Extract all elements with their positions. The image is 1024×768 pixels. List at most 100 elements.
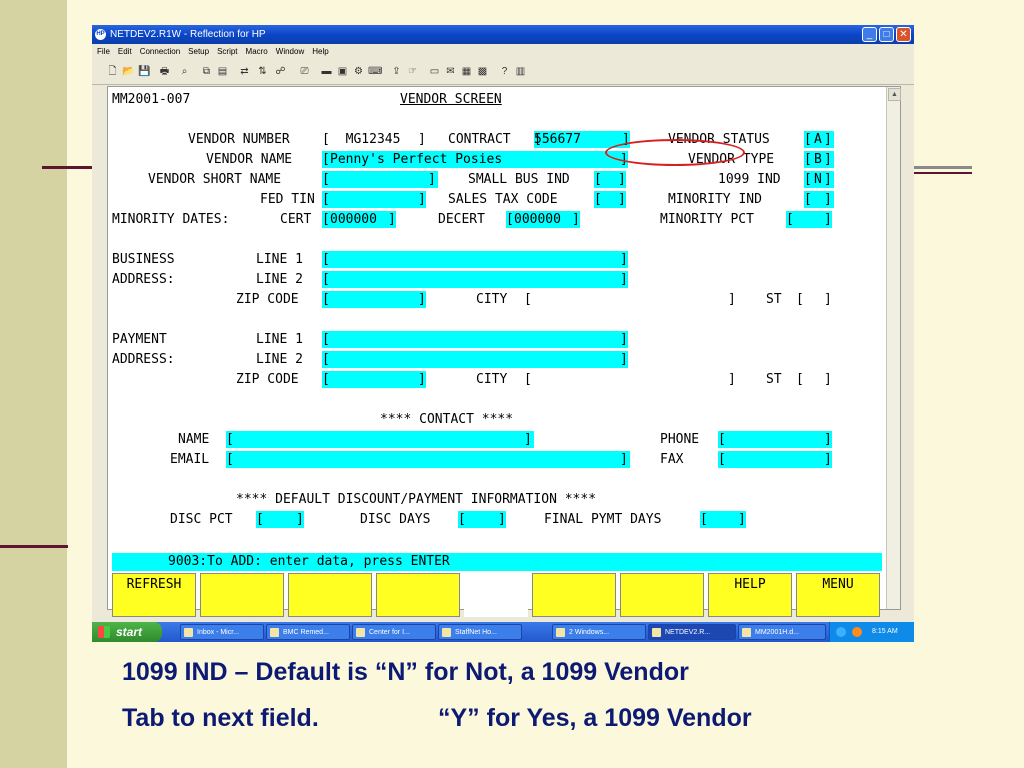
upload-icon[interactable]: ⇪ <box>390 65 403 78</box>
task-bmc-remedy[interactable]: BMC Remed... <box>266 624 350 640</box>
bracket: ] <box>728 372 736 387</box>
security-tray-icon[interactable] <box>852 627 862 637</box>
bracket: [ <box>796 372 804 387</box>
task-center-for[interactable]: Center for I... <box>352 624 436 640</box>
business-zip-label: ZIP CODE <box>236 292 299 307</box>
transfer-icon[interactable]: ⇅ <box>256 65 269 78</box>
fkey-menu[interactable]: MENU <box>796 573 880 617</box>
task-label: Inbox - Micr... <box>197 629 240 636</box>
bracket: ] <box>388 212 396 227</box>
fkey-4[interactable] <box>376 573 460 617</box>
bracket: ] <box>418 192 426 207</box>
fax-field[interactable] <box>718 451 832 468</box>
fkey-2[interactable] <box>200 573 284 617</box>
fed-tin-label: FED TIN <box>260 192 315 207</box>
menu-file[interactable]: File <box>97 47 110 56</box>
bracket: [ <box>804 172 812 187</box>
copy-icon[interactable]: ⧉ <box>200 65 213 78</box>
bracket: [ <box>524 292 532 307</box>
new-icon[interactable]: 🗋 <box>106 65 119 78</box>
business-line2-field[interactable] <box>322 271 628 288</box>
window-icon[interactable]: ▣ <box>336 65 349 78</box>
menu-script[interactable]: Script <box>217 47 237 56</box>
close-button[interactable]: ✕ <box>896 27 911 42</box>
fkey-help[interactable]: HELP <box>708 573 792 617</box>
title-bar[interactable]: HP NETDEV2.R1W - Reflection for HP _ □ ✕ <box>92 25 914 44</box>
payment-zip-field[interactable] <box>322 371 426 388</box>
menu-setup[interactable]: Setup <box>188 47 209 56</box>
email-field[interactable] <box>226 451 630 468</box>
bracket: [ <box>322 352 330 367</box>
start-label: start <box>116 625 143 639</box>
payment-line2-field[interactable] <box>322 351 628 368</box>
vendor-number-value[interactable]: MG12345 <box>330 131 401 149</box>
vertical-scrollbar[interactable]: ▲ <box>886 87 901 609</box>
disc-pct-label: DISC PCT <box>170 512 233 527</box>
bracket: ] <box>418 132 426 147</box>
fkey-5[interactable] <box>464 573 528 617</box>
fkey-6[interactable] <box>532 573 616 617</box>
bracket: [ <box>804 192 812 207</box>
contract-value: 556677 <box>534 132 597 147</box>
ind-1099-label: 1099 IND <box>718 172 781 187</box>
bracket: [ <box>226 452 234 467</box>
task-staffnet[interactable]: StaffNet Ho... <box>438 624 522 640</box>
menu-edit[interactable]: Edit <box>118 47 132 56</box>
fkey-7[interactable] <box>620 573 704 617</box>
clock[interactable]: 8:15 AM <box>872 622 898 642</box>
find-icon[interactable]: ⌕ <box>178 65 191 78</box>
phone-field[interactable] <box>718 431 832 448</box>
save-icon[interactable]: 💾 <box>138 65 151 78</box>
print-icon[interactable]: 🖶 <box>158 65 171 78</box>
terminal-icon[interactable]: ▭ <box>428 65 441 78</box>
business-zip-field[interactable] <box>322 291 426 308</box>
scroll-up-icon[interactable]: ▲ <box>888 88 901 101</box>
business-st-label: ST <box>766 292 782 307</box>
settings-icon[interactable]: ⚙ <box>352 65 365 78</box>
fkey-3[interactable] <box>288 573 372 617</box>
menu-macro[interactable]: Macro <box>246 47 268 56</box>
help-icon[interactable]: ? <box>498 65 511 78</box>
bracket: ] <box>824 132 832 147</box>
keyboard-icon[interactable]: ⌨ <box>368 65 382 78</box>
task-2-windows[interactable]: 2 Windows... <box>552 624 646 640</box>
caption-line-2-left: Tab to next field. <box>122 704 319 732</box>
contact-name-field[interactable] <box>226 431 534 448</box>
grid-icon[interactable]: ▩ <box>476 65 489 78</box>
start-button[interactable]: start <box>92 622 162 642</box>
menu-connection[interactable]: Connection <box>140 47 180 56</box>
task-mm2001h[interactable]: MM2001H.d... <box>738 624 826 640</box>
minimize-button[interactable]: _ <box>862 27 877 42</box>
network-tray-icon[interactable] <box>836 627 846 637</box>
highlight-oval <box>605 139 745 166</box>
bracket: ] <box>824 172 832 187</box>
maximize-button[interactable]: □ <box>879 27 894 42</box>
bracket: [ <box>718 452 726 467</box>
business-line1-field[interactable] <box>322 251 628 268</box>
network-icon[interactable]: ☍ <box>274 65 287 78</box>
display-icon[interactable]: ▬ <box>320 65 333 78</box>
open-folder-icon[interactable]: 📂 <box>122 65 135 78</box>
fed-tin-field[interactable] <box>322 191 426 208</box>
slide-decor-line-right <box>914 166 972 169</box>
menu-help[interactable]: Help <box>312 47 328 56</box>
bracket: ] <box>738 512 746 527</box>
fax-label: FAX <box>660 452 684 467</box>
payment-line1-field[interactable] <box>322 331 628 348</box>
page-icon <box>442 628 451 637</box>
decert-label: DECERT <box>438 212 485 227</box>
fkey-refresh[interactable]: REFRESH <box>112 573 196 617</box>
book-icon[interactable]: ▥ <box>514 65 527 78</box>
task-inbox[interactable]: Inbox - Micr... <box>180 624 264 640</box>
bracket: [ <box>322 292 330 307</box>
hand-icon[interactable]: ☞ <box>406 65 419 78</box>
vendor-short-name-field[interactable] <box>322 171 438 188</box>
menu-window[interactable]: Window <box>276 47 304 56</box>
macro-icon[interactable]: ⎚ <box>298 65 311 78</box>
paste-icon[interactable]: ▤ <box>216 65 229 78</box>
calc-icon[interactable]: ▦ <box>460 65 473 78</box>
connect-icon[interactable]: ⇄ <box>238 65 251 78</box>
mail-icon[interactable]: ✉ <box>444 65 457 78</box>
windows-flag-icon <box>98 626 110 638</box>
task-netdev2[interactable]: NETDEV2.R... <box>648 624 736 640</box>
